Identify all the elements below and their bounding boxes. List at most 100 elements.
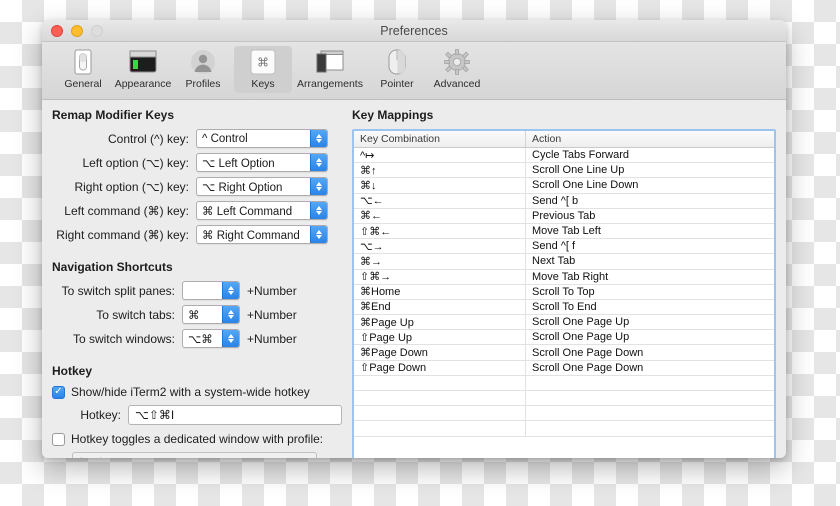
- preferences-window: Preferences General Appearance: [42, 20, 786, 458]
- cell-key-combination: ⌘Page Up: [354, 315, 526, 329]
- navigation-split-panes-label: To switch split panes:: [52, 284, 182, 298]
- hotkey-dedicated-row[interactable]: Hotkey toggles a dedicated window with p…: [52, 432, 342, 446]
- hotkey-dedicated-checkbox[interactable]: [52, 433, 65, 446]
- cell-key-combination: ⌘Home: [354, 285, 526, 299]
- stepper-arrows-icon: [310, 202, 327, 219]
- close-button[interactable]: [51, 25, 63, 37]
- navigation-split-panes-popup[interactable]: [182, 281, 240, 300]
- toolbar-tab-pointer[interactable]: Pointer: [368, 46, 426, 93]
- toolbar-tab-profiles[interactable]: Profiles: [174, 46, 232, 93]
- navigation-tabs-popup[interactable]: ⌘: [182, 305, 240, 324]
- stepper-arrows-icon: [222, 282, 239, 299]
- key-mappings-table[interactable]: Key Combination Action ^↦Cycle Tabs Forw…: [352, 129, 776, 458]
- table-row[interactable]: ⇧Page UpScroll One Page Up: [354, 330, 774, 345]
- toolbar-tab-appearance-label: Appearance: [115, 78, 172, 90]
- table-row-empty[interactable]: [354, 406, 774, 421]
- hotkey-profile-value: bash: [80, 455, 106, 458]
- cell-empty: [526, 376, 774, 390]
- table-row[interactable]: ⌥←Send ^[ b: [354, 194, 774, 209]
- remap-left-option-popup[interactable]: ⌥ Left Option: [196, 153, 328, 172]
- hotkey-show-hide-row[interactable]: ✓ Show/hide iTerm2 with a system-wide ho…: [52, 385, 342, 399]
- table-row[interactable]: ⌘↑Scroll One Line Up: [354, 163, 774, 178]
- pointer-icon: [381, 48, 413, 76]
- key-mappings-table-body: ^↦Cycle Tabs Forward⌘↑Scroll One Line Up…: [354, 148, 774, 458]
- navigation-tabs-label: To switch tabs:: [52, 308, 182, 322]
- table-row[interactable]: ⌘Page UpScroll One Page Up: [354, 315, 774, 330]
- table-row[interactable]: ⇧Page DownScroll One Page Down: [354, 361, 774, 376]
- cell-key-combination: ⇧⌘→: [354, 270, 526, 284]
- table-row-empty[interactable]: [354, 421, 774, 436]
- stepper-arrows-icon: [306, 453, 312, 458]
- toolbar-tab-keys-label: Keys: [251, 78, 274, 90]
- table-row[interactable]: ⌘←Previous Tab: [354, 209, 774, 224]
- remap-control-popup[interactable]: ^ Control: [196, 129, 328, 148]
- hotkey-show-hide-label: Show/hide iTerm2 with a system-wide hotk…: [71, 385, 310, 399]
- remap-right-option-popup[interactable]: ⌥ Right Option: [196, 177, 328, 196]
- general-icon: [67, 48, 99, 76]
- window-title: Preferences: [42, 24, 786, 38]
- toolbar-tab-advanced[interactable]: Advanced: [428, 46, 486, 93]
- minimize-button[interactable]: [71, 25, 83, 37]
- table-row-empty[interactable]: [354, 376, 774, 391]
- cell-key-combination: ⇧⌘←: [354, 224, 526, 238]
- svg-text:⌘: ⌘: [257, 56, 269, 70]
- cell-action: Previous Tab: [526, 209, 774, 223]
- navigation-windows-label: To switch windows:: [52, 332, 182, 346]
- cell-key-combination: ^↦: [354, 148, 526, 162]
- navigation-row-windows: To switch windows: ⌥⌘ +Number: [52, 329, 342, 348]
- table-row[interactable]: ⇧⌘←Move Tab Left: [354, 224, 774, 239]
- keys-icon: ⌘: [247, 48, 279, 76]
- hotkey-show-hide-checkbox[interactable]: ✓: [52, 386, 65, 399]
- cell-action: Move Tab Left: [526, 224, 774, 238]
- remap-left-command-label: Left command (⌘) key:: [52, 204, 196, 218]
- window-titlebar: Preferences: [42, 20, 786, 42]
- navigation-windows-popup[interactable]: ⌥⌘: [182, 329, 240, 348]
- cell-action: Scroll One Line Up: [526, 163, 774, 177]
- table-row[interactable]: ⌥→Send ^[ f: [354, 239, 774, 254]
- hotkey-profile-popup[interactable]: bash: [72, 452, 317, 458]
- table-row[interactable]: ⌘Page DownScroll One Page Down: [354, 345, 774, 360]
- navigation-row-tabs: To switch tabs: ⌘ +Number: [52, 305, 342, 324]
- table-row[interactable]: ⌘↓Scroll One Line Down: [354, 178, 774, 193]
- remap-left-option-label: Left option (⌥) key:: [52, 156, 196, 170]
- stepper-arrows-icon: [310, 130, 327, 147]
- remap-row-right-option: Right option (⌥) key: ⌥ Right Option: [52, 177, 342, 196]
- remap-right-command-value: ⌘ Right Command: [202, 228, 300, 242]
- cell-empty: [526, 391, 774, 405]
- hotkey-field-input[interactable]: ⌥⇧⌘I: [128, 405, 342, 425]
- toolbar-tab-general-label: General: [64, 78, 101, 90]
- toolbar-tab-appearance[interactable]: Appearance: [114, 46, 172, 93]
- toolbar-tab-general[interactable]: General: [54, 46, 112, 93]
- remap-right-option-value: ⌥ Right Option: [202, 180, 282, 194]
- navigation-section-title: Navigation Shortcuts: [52, 260, 342, 274]
- advanced-icon: [441, 48, 473, 76]
- zoom-button: [91, 25, 103, 37]
- toolbar-tab-advanced-label: Advanced: [434, 78, 481, 90]
- toolbar-tab-keys[interactable]: ⌘ Keys: [234, 46, 292, 93]
- column-header-key-combination[interactable]: Key Combination: [354, 131, 526, 147]
- table-row[interactable]: ⌘→Next Tab: [354, 254, 774, 269]
- remap-left-command-value: ⌘ Left Command: [202, 204, 292, 218]
- right-column: Key Mappings Key Combination Action ^↦Cy…: [352, 108, 776, 458]
- table-row[interactable]: ⌘HomeScroll To Top: [354, 285, 774, 300]
- toolbar-tab-arrangements[interactable]: Arrangements: [294, 46, 366, 93]
- cell-key-combination: ⌘End: [354, 300, 526, 314]
- cell-action: Scroll One Page Up: [526, 330, 774, 344]
- hotkey-field-row: Hotkey: ⌥⇧⌘I: [52, 405, 342, 425]
- navigation-windows-suffix: +Number: [247, 332, 297, 346]
- remap-row-control: Control (^) key: ^ Control: [52, 129, 342, 148]
- cell-empty: [354, 421, 526, 435]
- cell-action: Send ^[ b: [526, 194, 774, 208]
- stepper-arrows-icon: [222, 306, 239, 323]
- column-header-action[interactable]: Action: [526, 131, 774, 147]
- remap-right-command-popup[interactable]: ⌘ Right Command: [196, 225, 328, 244]
- remap-left-command-popup[interactable]: ⌘ Left Command: [196, 201, 328, 220]
- cell-key-combination: ⌥←: [354, 194, 526, 208]
- table-row[interactable]: ^↦Cycle Tabs Forward: [354, 148, 774, 163]
- remap-control-label: Control (^) key:: [52, 132, 196, 146]
- table-row-empty[interactable]: [354, 391, 774, 406]
- table-row[interactable]: ⌘EndScroll To End: [354, 300, 774, 315]
- remap-right-option-label: Right option (⌥) key:: [52, 180, 196, 194]
- table-row[interactable]: ⇧⌘→Move Tab Right: [354, 270, 774, 285]
- stepper-arrows-icon: [310, 178, 327, 195]
